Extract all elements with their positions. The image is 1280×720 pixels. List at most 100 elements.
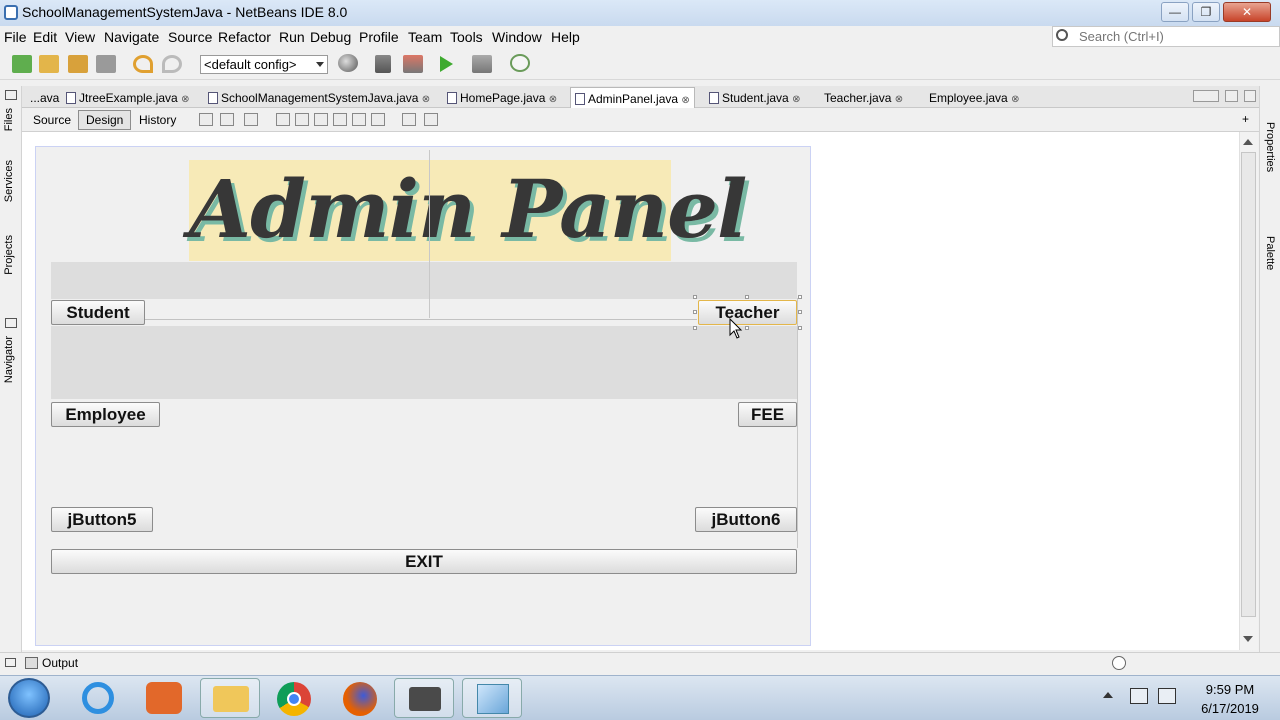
clock-date[interactable]: 6/17/2019 [1188, 701, 1272, 716]
notifications-icon[interactable] [1112, 656, 1126, 670]
selection-mode-icon[interactable] [199, 113, 213, 126]
windows-start-icon[interactable] [8, 678, 50, 718]
side-tab-navigator[interactable]: Navigator [3, 336, 15, 383]
tab-student[interactable]: Student.java ⊗ [705, 87, 804, 109]
side-tab-services[interactable]: Services [3, 160, 15, 202]
screen-recorder-icon[interactable] [394, 678, 454, 718]
clock-time[interactable]: 9:59 PM [1188, 682, 1272, 697]
menu-team[interactable]: Team [408, 29, 442, 45]
menu-refactor[interactable]: Refactor [218, 29, 271, 45]
build-hammer-icon[interactable] [375, 55, 391, 73]
tab-jtreeexample[interactable]: JtreeExample.java ⊗ [62, 87, 193, 109]
close-icon[interactable]: ⊗ [681, 95, 689, 106]
close-icon[interactable]: ⊗ [792, 94, 800, 105]
open-project-icon[interactable] [68, 55, 88, 73]
history-mode-button[interactable]: History [131, 110, 184, 130]
source-mode-button[interactable]: Source [25, 110, 79, 130]
jbutton6-button[interactable]: jButton6 [695, 507, 797, 532]
netbeans-taskbar-icon[interactable] [462, 678, 522, 718]
side-tab-properties[interactable]: Properties [1264, 122, 1276, 172]
globe-icon[interactable] [338, 54, 358, 72]
close-icon[interactable]: ⊗ [895, 94, 903, 105]
resize-handle[interactable] [693, 295, 697, 299]
side-tab-files[interactable]: Files [3, 108, 15, 131]
resize-handle[interactable] [798, 295, 802, 299]
undo-icon[interactable] [133, 55, 153, 73]
teacher-button[interactable]: Teacher [698, 300, 797, 325]
student-button[interactable]: Student [51, 300, 145, 325]
search-box[interactable] [1052, 26, 1280, 47]
menu-tools[interactable]: Tools [450, 29, 483, 45]
xampp-icon[interactable] [134, 678, 194, 718]
center-vertically-icon[interactable] [371, 113, 385, 126]
internet-explorer-icon[interactable] [68, 678, 128, 718]
scroll-up-icon[interactable] [1243, 139, 1253, 145]
side-tab-palette[interactable]: Palette [1264, 236, 1276, 270]
restore-window-icon[interactable] [5, 318, 17, 328]
new-file-icon[interactable] [12, 55, 32, 73]
employee-button[interactable]: Employee [51, 402, 160, 427]
close-icon[interactable]: ⊗ [422, 94, 430, 105]
firefox-icon[interactable] [330, 678, 390, 718]
restore-window-icon[interactable] [5, 658, 16, 667]
debug-icon[interactable] [472, 55, 492, 73]
preview-design-icon[interactable] [244, 113, 258, 126]
restore-window-icon[interactable] [5, 90, 17, 100]
network-icon[interactable] [1130, 688, 1148, 704]
search-input[interactable] [1079, 28, 1269, 45]
clean-build-icon[interactable] [403, 55, 423, 73]
resize-handle[interactable] [798, 310, 802, 314]
resize-handle[interactable] [745, 326, 749, 330]
design-mode-button[interactable]: Design [78, 110, 132, 130]
fee-button[interactable]: FEE [738, 402, 797, 427]
menu-navigate[interactable]: Navigate [104, 29, 159, 45]
align-bottom-icon[interactable] [352, 113, 366, 126]
profile-icon[interactable] [510, 54, 530, 72]
menu-debug[interactable]: Debug [310, 29, 351, 45]
menu-run[interactable]: Run [279, 29, 305, 45]
side-tab-projects[interactable]: Projects [3, 235, 15, 275]
exit-button[interactable]: EXIT [51, 549, 797, 574]
jbutton5-button[interactable]: jButton5 [51, 507, 153, 532]
output-tab-label[interactable]: Output [42, 656, 78, 670]
tab-scroll-arrows-icon[interactable] [1193, 90, 1219, 102]
save-all-icon[interactable] [96, 55, 116, 73]
tab-homepage[interactable]: HomePage.java ⊗ [443, 87, 561, 109]
horizontal-resize-icon[interactable] [402, 113, 416, 126]
align-top-icon[interactable] [333, 113, 347, 126]
maximize-editor-icon[interactable] [1244, 90, 1256, 102]
connection-mode-icon[interactable] [220, 113, 234, 126]
tab-employee[interactable]: Employee.java ⊗ [925, 87, 1023, 109]
chrome-icon[interactable] [264, 678, 324, 718]
menu-view[interactable]: View [65, 29, 95, 45]
vertical-resize-icon[interactable] [424, 113, 438, 126]
scroll-down-icon[interactable] [1243, 636, 1253, 642]
redo-icon[interactable] [162, 55, 182, 73]
tab-teacher[interactable]: Teacher.java ⊗ [820, 87, 907, 109]
menu-edit[interactable]: Edit [33, 29, 57, 45]
show-hidden-icons-icon[interactable] [1103, 692, 1113, 698]
tab-list-icon[interactable] [1225, 90, 1238, 102]
menu-source[interactable]: Source [168, 29, 212, 45]
menu-file[interactable]: File [4, 29, 27, 45]
tab-schoolmanagementsystemjava[interactable]: SchoolManagementSystemJava.java ⊗ [204, 87, 434, 109]
maximize-button[interactable]: ❐ [1192, 2, 1220, 22]
file-explorer-icon[interactable] [200, 678, 260, 718]
tab-adminpanel[interactable]: AdminPanel.java ⊗ [570, 87, 695, 109]
close-icon[interactable]: ⊗ [181, 94, 189, 105]
close-icon[interactable]: ⊗ [549, 94, 557, 105]
resize-handle[interactable] [745, 295, 749, 299]
align-right-icon[interactable] [295, 113, 309, 126]
tab-ava[interactable]: ...ava [26, 87, 63, 109]
run-icon[interactable] [440, 56, 453, 72]
action-center-icon[interactable] [1158, 688, 1176, 704]
scrollbar-thumb[interactable] [1241, 152, 1256, 617]
center-horizontally-icon[interactable] [314, 113, 328, 126]
menu-profile[interactable]: Profile [359, 29, 399, 45]
new-project-icon[interactable] [39, 55, 59, 73]
menu-window[interactable]: Window [492, 29, 542, 45]
close-icon[interactable]: ⊗ [1011, 94, 1019, 105]
add-icon[interactable]: + [1242, 113, 1253, 125]
menu-help[interactable]: Help [551, 29, 580, 45]
resize-handle[interactable] [798, 326, 802, 330]
